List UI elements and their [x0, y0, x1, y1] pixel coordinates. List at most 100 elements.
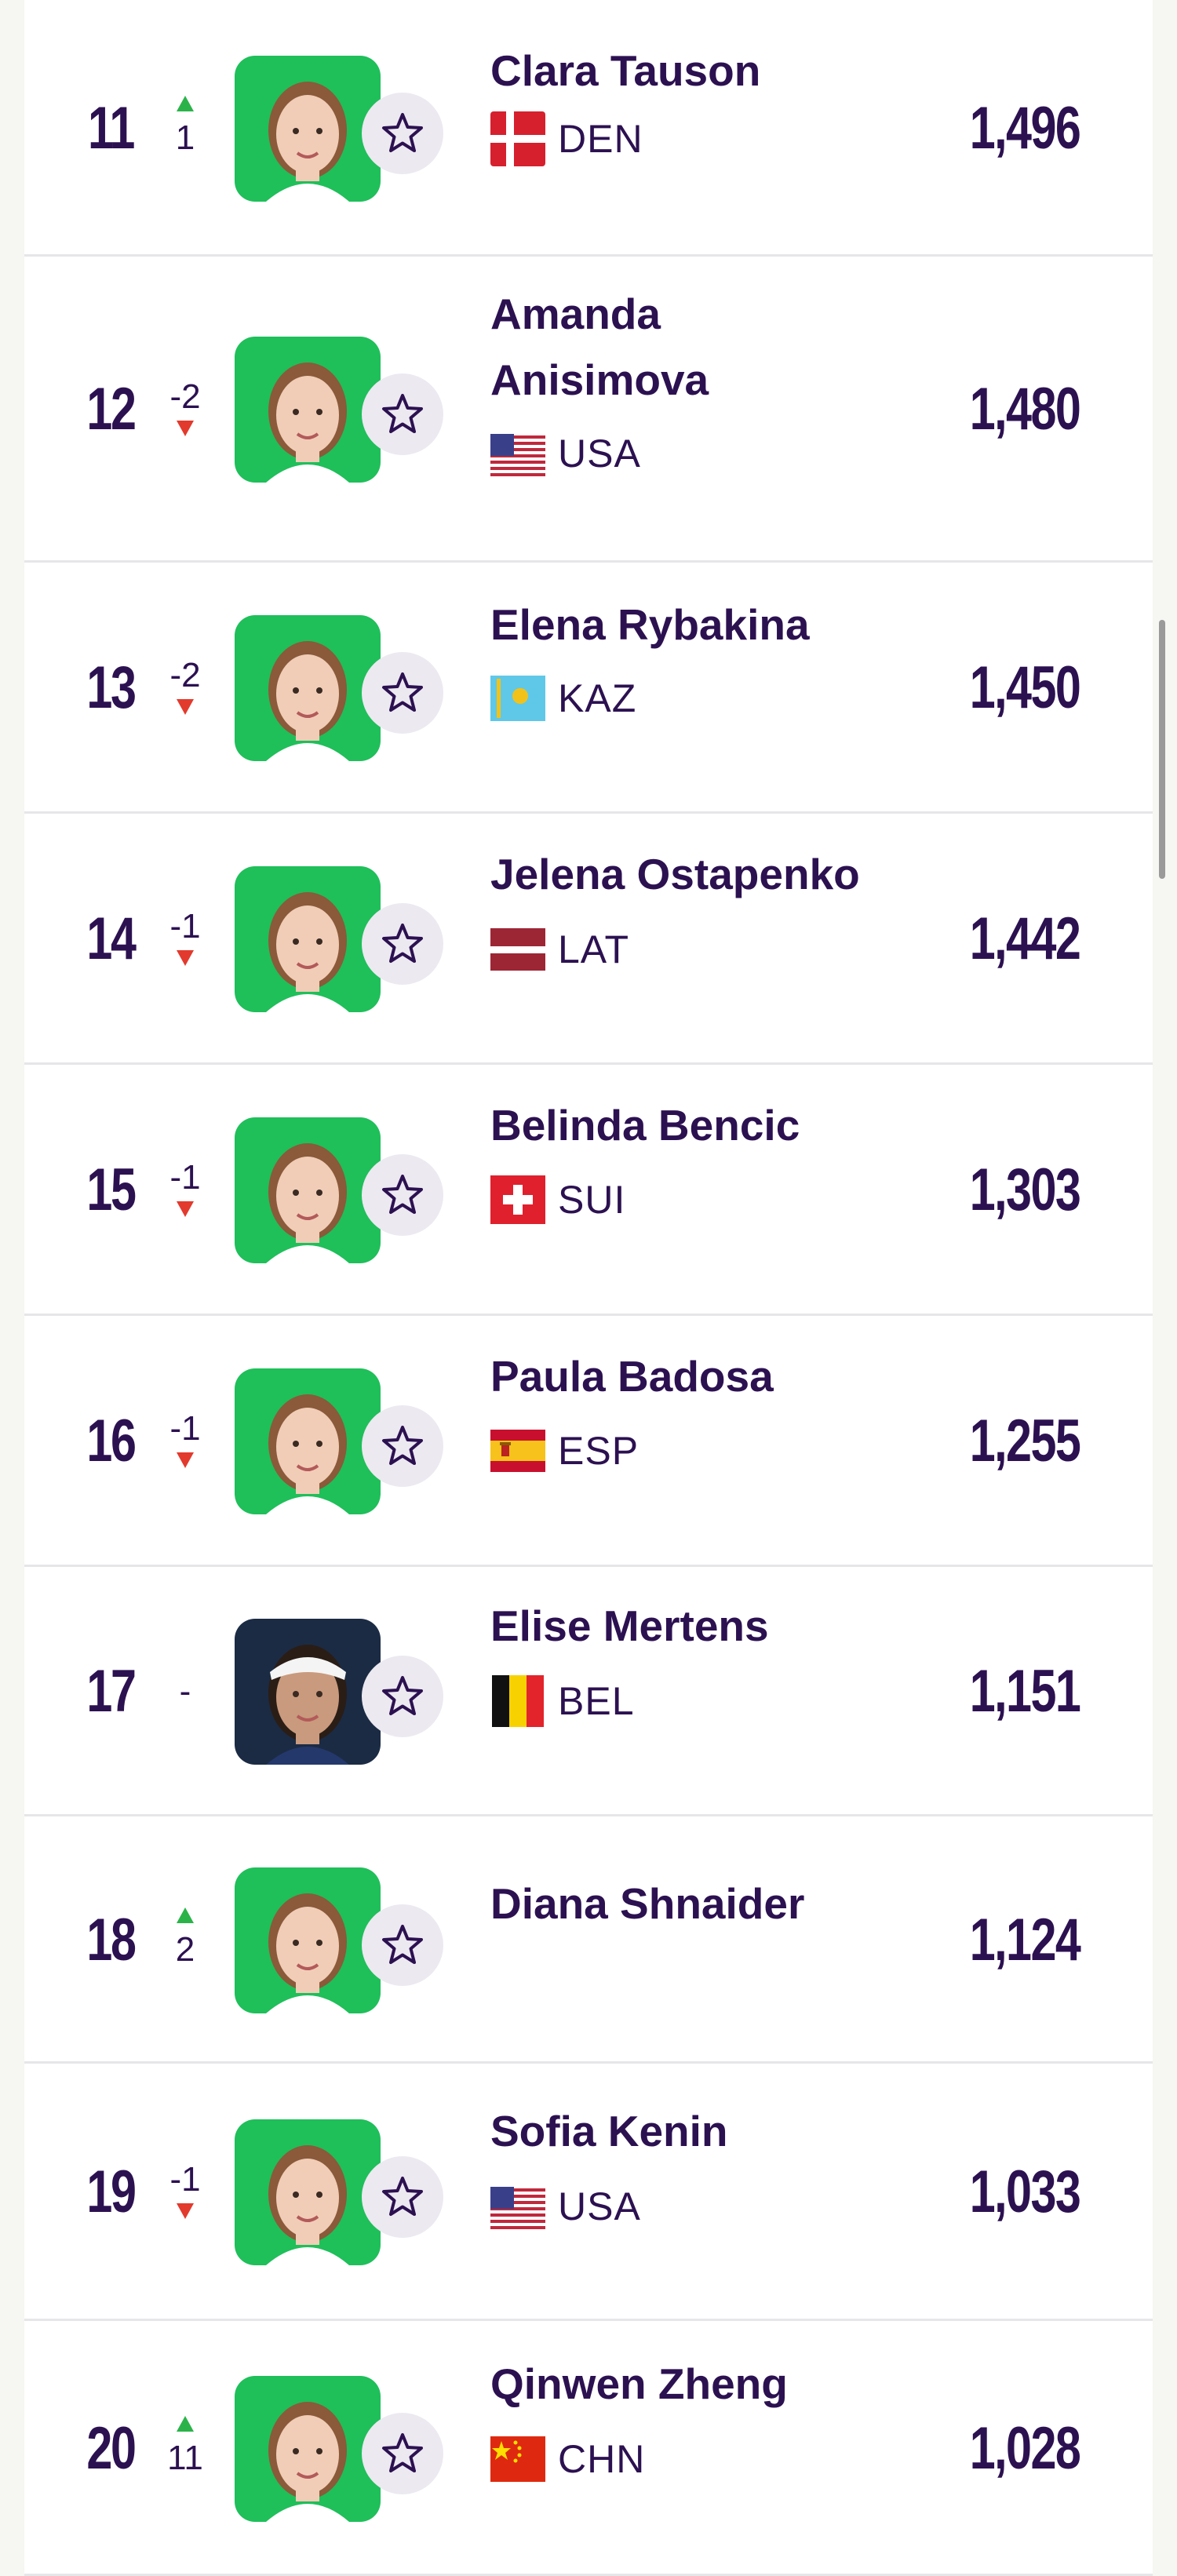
ranking-row[interactable]: 18 2 Diana Shnaider 1,124	[24, 1816, 1153, 2064]
favorite-button[interactable]	[362, 1154, 443, 1236]
player-photo[interactable]	[235, 337, 381, 483]
favorite-button[interactable]	[362, 92, 443, 174]
favorite-button[interactable]	[362, 373, 443, 455]
rank-change-value: 2	[175, 1929, 195, 1969]
player-name[interactable]: Paula Badosa	[490, 1343, 930, 1409]
ranking-points: 1,124	[969, 1906, 1081, 1973]
player-country: SUI	[490, 1172, 625, 1227]
ranking-row[interactable]: 17 - Elise Mertens BEL 1,151	[24, 1567, 1153, 1816]
triangle-down-icon	[177, 2203, 194, 2219]
country-code: USA	[558, 432, 641, 475]
flag-usa-icon	[490, 2179, 545, 2234]
ranking-row[interactable]: 20 11 Qinwen Zheng CHN 1,028	[24, 2321, 1153, 2576]
player-photo[interactable]	[235, 615, 381, 761]
rank-change-value: -1	[169, 2160, 201, 2199]
star-outline-icon	[379, 2173, 426, 2221]
country-code: CHN	[558, 2437, 646, 2481]
rank-number: 18	[86, 1906, 137, 1973]
country-code: ESP	[558, 1429, 640, 1473]
ranking-points: 1,151	[969, 1658, 1081, 1725]
player-photo[interactable]	[235, 55, 381, 202]
player-country: DEN	[490, 111, 643, 166]
rank-change-value: -1	[169, 1409, 201, 1448]
ranking-points: 1,028	[969, 2414, 1081, 2482]
rank-number: 16	[86, 1408, 137, 1474]
rank-number: 12	[86, 376, 137, 443]
rank-change-value: -2	[169, 656, 201, 694]
flag-lat-icon	[490, 922, 545, 977]
country-code: USA	[558, 2184, 641, 2228]
country-code: SUI	[558, 1178, 626, 1222]
player-name[interactable]: Jelena Ostapenko	[490, 841, 930, 907]
player-name[interactable]: Elise Mertens	[490, 1593, 930, 1659]
ranking-points: 1,303	[969, 1157, 1081, 1223]
ranking-row[interactable]: 15 -1 Belinda Bencic SUI 1,303	[24, 1065, 1153, 1316]
favorite-button[interactable]	[362, 1904, 443, 1986]
player-photo[interactable]	[235, 1368, 381, 1514]
ranking-points: 1,442	[969, 905, 1081, 972]
player-photo[interactable]	[235, 2119, 381, 2265]
player-name[interactable]: Diana Shnaider	[490, 1871, 930, 1937]
favorite-button[interactable]	[362, 652, 443, 734]
rank-number: 17	[86, 1658, 137, 1725]
ranking-points: 1,496	[969, 94, 1081, 162]
rank-change-value: -1	[169, 907, 201, 946]
player-photo[interactable]	[235, 866, 381, 1012]
ranking-points: 1,480	[969, 376, 1081, 443]
flag-chn-icon	[490, 2432, 545, 2487]
player-country: USA	[490, 2179, 641, 2234]
ranking-points: 1,450	[969, 654, 1081, 721]
triangle-down-icon	[177, 421, 194, 436]
player-name[interactable]: Sofia Kenin	[490, 2098, 930, 2164]
rank-number: 20	[86, 2414, 137, 2482]
player-name[interactable]: Qinwen Zheng	[490, 2351, 930, 2417]
rank-change: -1	[158, 1159, 213, 1217]
player-name[interactable]: Amanda Anisimova	[490, 281, 742, 413]
star-outline-icon	[379, 1922, 426, 1969]
ranking-row[interactable]: 13 -2 Elena Rybakina KAZ 1,450	[24, 563, 1153, 814]
player-photo[interactable]	[235, 1117, 381, 1263]
star-outline-icon	[379, 110, 426, 157]
rank-change: -	[158, 1673, 213, 1711]
player-photo[interactable]	[235, 1619, 381, 1765]
favorite-button[interactable]	[362, 2412, 443, 2494]
player-name[interactable]: Belinda Bencic	[490, 1092, 930, 1158]
rank-change-value: -1	[169, 1158, 201, 1197]
triangle-down-icon	[177, 1201, 194, 1217]
favorite-button[interactable]	[362, 1656, 443, 1737]
rank-change: 11	[158, 2415, 213, 2477]
player-name[interactable]: Elena Rybakina	[490, 592, 930, 658]
country-code: BEL	[558, 1679, 635, 1723]
scrollbar[interactable]	[1159, 620, 1165, 879]
flag-kaz-icon	[490, 671, 545, 726]
ranking-row[interactable]: 16 -1 Paula Badosa ESP 1,255	[24, 1316, 1153, 1567]
triangle-down-icon	[177, 950, 194, 966]
favorite-button[interactable]	[362, 903, 443, 985]
star-outline-icon	[379, 391, 426, 438]
triangle-up-icon	[177, 1907, 194, 1923]
rank-change-value: 11	[167, 2438, 203, 2477]
player-country: USA	[490, 426, 641, 481]
triangle-down-icon	[177, 699, 194, 715]
star-outline-icon	[379, 2430, 426, 2477]
rank-change-value: 1	[175, 118, 195, 157]
star-outline-icon	[379, 669, 426, 716]
player-country: LAT	[490, 922, 629, 977]
triangle-up-icon	[177, 95, 194, 111]
flag-esp-icon	[490, 1423, 545, 1478]
player-photo[interactable]	[235, 1867, 381, 2013]
star-outline-icon	[379, 1171, 426, 1219]
ranking-row[interactable]: 14 -1 Jelena Ostapenko LAT 1,442	[24, 814, 1153, 1065]
star-outline-icon	[379, 920, 426, 967]
favorite-button[interactable]	[362, 1405, 443, 1487]
rank-change: -2	[158, 657, 213, 715]
favorite-button[interactable]	[362, 2156, 443, 2238]
ranking-row[interactable]: 11 1 Clara Tauson DEN 1,496	[24, 0, 1153, 257]
player-photo[interactable]	[235, 2375, 381, 2522]
rank-number: 15	[86, 1157, 137, 1223]
player-country: KAZ	[490, 671, 636, 726]
player-name[interactable]: Clara Tauson	[490, 38, 930, 104]
ranking-row[interactable]: 12 -2 Amanda Anisimova USA 1,480	[24, 257, 1153, 563]
ranking-row[interactable]: 19 -1 Sofia Kenin USA 1,033	[24, 2064, 1153, 2321]
country-code: KAZ	[558, 676, 637, 720]
